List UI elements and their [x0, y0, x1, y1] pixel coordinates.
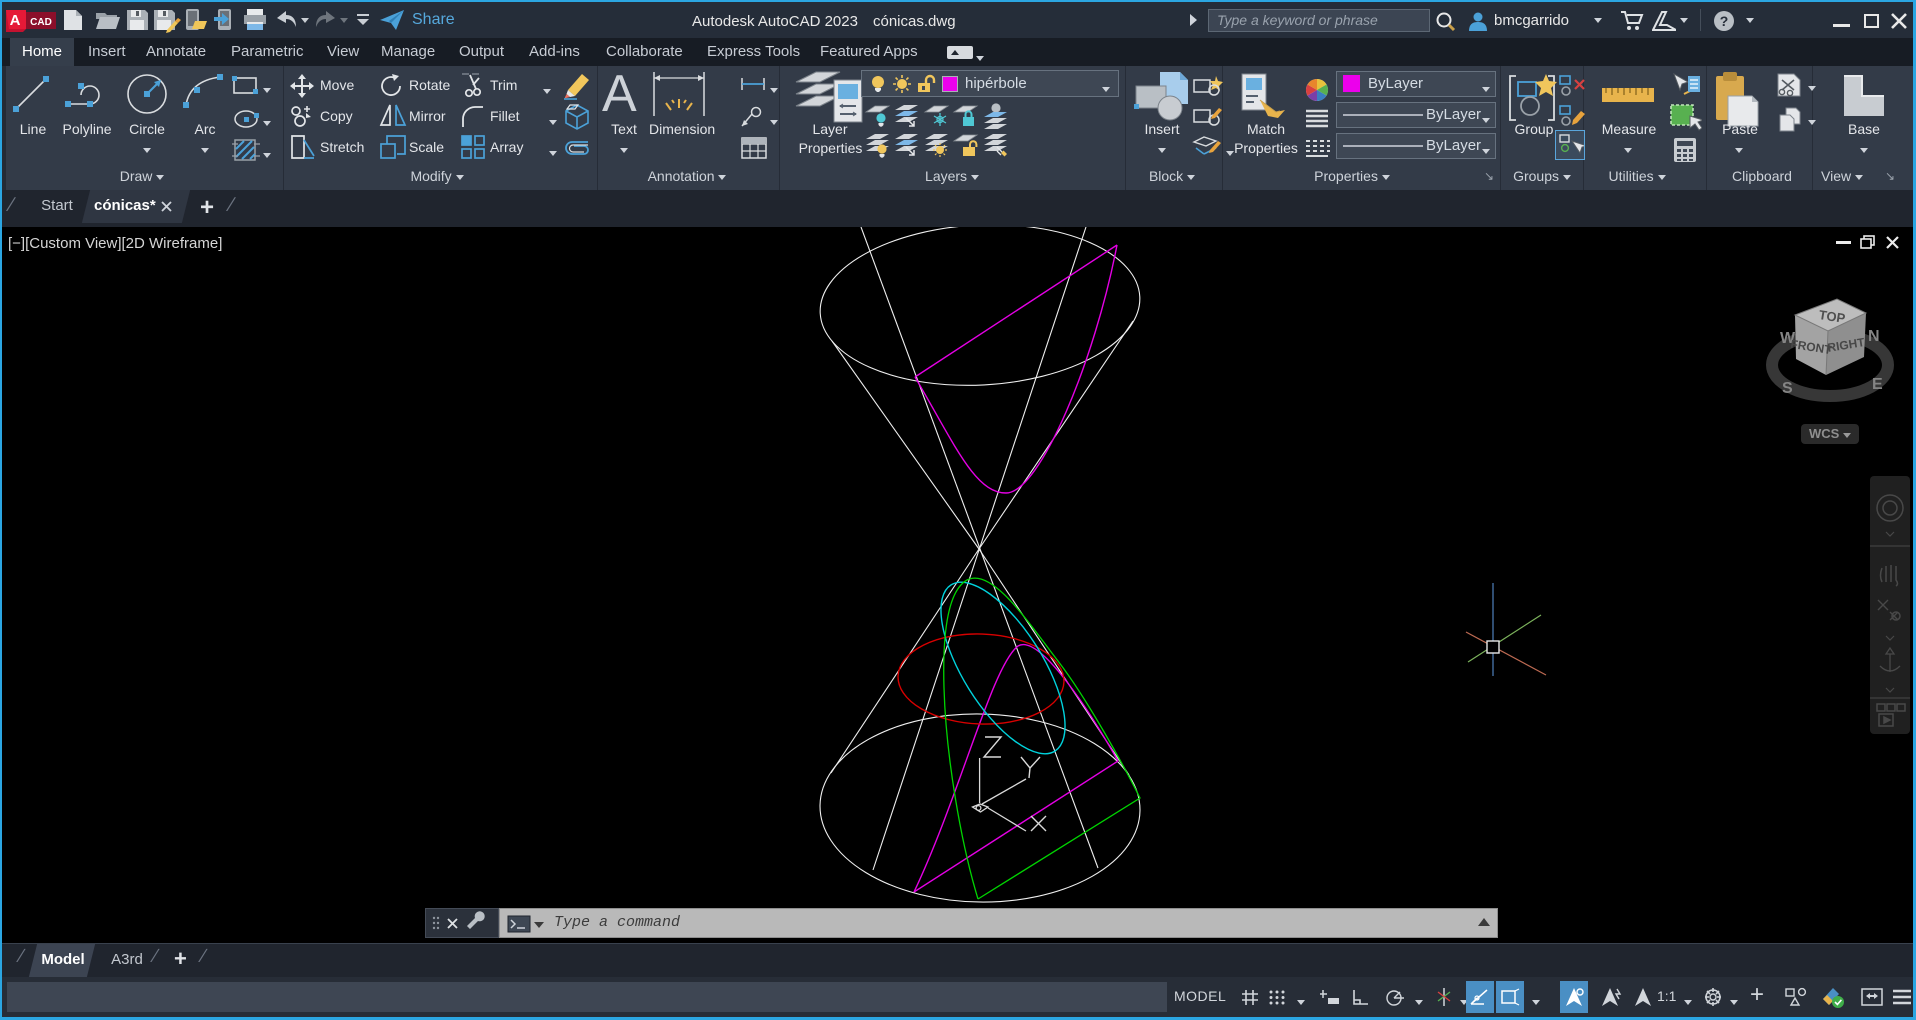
svg-text:E: E: [1872, 376, 1883, 393]
svg-text:S: S: [1782, 380, 1793, 397]
svg-text:?: ?: [1720, 13, 1729, 29]
svg-text:A: A: [10, 12, 21, 29]
svg-text:CAD: CAD: [30, 17, 52, 28]
svg-text:N: N: [1868, 328, 1880, 345]
